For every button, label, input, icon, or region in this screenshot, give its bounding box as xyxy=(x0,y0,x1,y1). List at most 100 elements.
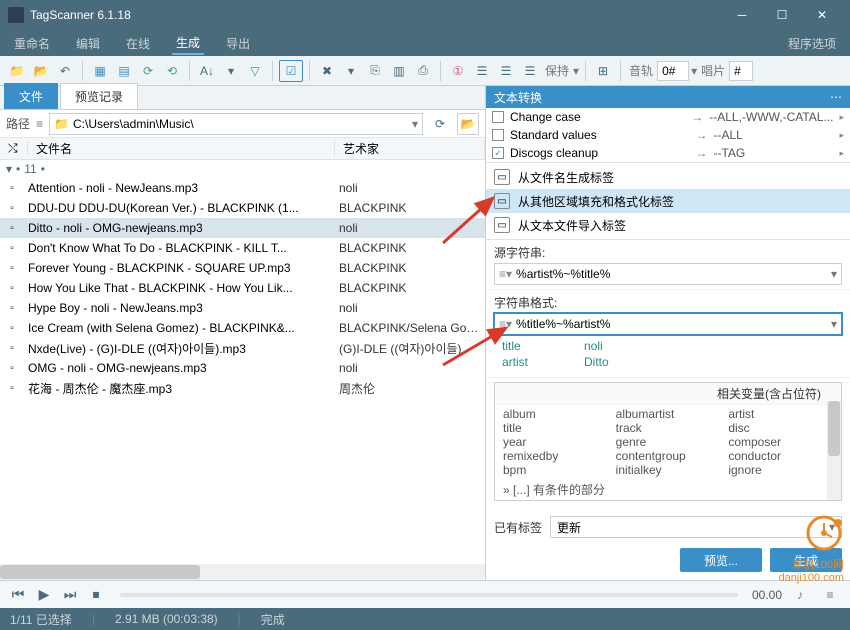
volume-icon[interactable]: ♪ xyxy=(788,588,812,602)
source-option[interactable]: ▭ 从其他区域填充和格式化标签 xyxy=(486,189,850,213)
stop-button[interactable]: ⏹ xyxy=(86,585,106,605)
tab-preview-log[interactable]: 预览记录 xyxy=(60,83,138,109)
file-row[interactable]: ▫ Nxde(Live) - (G)I-DLE ((여자)아이들).mp3 (G… xyxy=(0,338,485,358)
play-button[interactable]: ▶ xyxy=(34,585,54,605)
variable-item[interactable]: albumartist xyxy=(616,407,721,421)
chevron-right-icon[interactable]: ▸ xyxy=(839,130,844,141)
variable-item[interactable]: initialkey xyxy=(616,463,721,477)
variable-item[interactable]: remixedby xyxy=(503,449,608,463)
source-string-combo[interactable]: ≡▾ %artist%~%title% ▾ xyxy=(494,263,842,285)
variable-item[interactable]: disc xyxy=(728,421,833,435)
variable-item[interactable]: album xyxy=(503,407,608,421)
select-icon[interactable]: ☑ xyxy=(279,60,303,82)
audio-file-icon: ▫ xyxy=(0,323,24,334)
undo-icon[interactable]: ↶ xyxy=(54,60,76,82)
action4-icon[interactable]: ▥ xyxy=(388,60,410,82)
maximize-button[interactable]: ☐ xyxy=(762,0,802,30)
column-artist[interactable]: 艺术家 xyxy=(335,140,485,157)
grid2-icon[interactable]: ▤ xyxy=(113,60,135,82)
close-button[interactable]: ✕ xyxy=(802,0,842,30)
file-row[interactable]: ▫ Forever Young - BLACKPINK - SQUARE UP.… xyxy=(0,258,485,278)
filter-icon[interactable]: ▽ xyxy=(244,60,266,82)
variable-item[interactable]: composer xyxy=(728,435,833,449)
minimize-button[interactable]: ─ xyxy=(722,0,762,30)
file-row[interactable]: ▫ Don't Know What To Do - BLACKPINK - KI… xyxy=(0,238,485,258)
open-folder-icon[interactable]: 📁 xyxy=(6,60,28,82)
prev-button[interactable]: ⏮ xyxy=(8,585,28,605)
variable-item[interactable]: year xyxy=(503,435,608,449)
grid-icon[interactable]: ▦ xyxy=(89,60,111,82)
track-input[interactable] xyxy=(657,61,689,81)
file-row[interactable]: ▫ Ice Cream (with Selena Gomez) - BLACKP… xyxy=(0,318,485,338)
generate-button[interactable]: 生成 xyxy=(770,548,842,572)
file-row[interactable]: ▫ Hype Boy - noli - NewJeans.mp3 noli xyxy=(0,298,485,318)
format-preview: titlenoli artistDitto xyxy=(494,335,842,373)
refresh2-icon[interactable]: ⟲ xyxy=(161,60,183,82)
menu-online[interactable]: 在线 xyxy=(122,33,154,54)
number-icon[interactable]: ① xyxy=(447,60,469,82)
path-browse-icon[interactable]: 📂 xyxy=(457,113,479,135)
add-folder-icon[interactable]: 📂 xyxy=(30,60,52,82)
source-option[interactable]: ▭ 从文本文件导入标签 xyxy=(486,213,850,237)
chevron-down-icon: ▾ xyxy=(831,267,837,281)
list2-icon[interactable]: ☰ xyxy=(495,60,517,82)
checkbox[interactable]: ✓ xyxy=(492,147,504,159)
file-row[interactable]: ▫ How You Like That - BLACKPINK - How Yo… xyxy=(0,278,485,298)
variable-item[interactable]: genre xyxy=(616,435,721,449)
source-option[interactable]: ▭ 从文件名生成标签 xyxy=(486,165,850,189)
preview-button[interactable]: 预览... xyxy=(680,548,762,572)
format-string-combo[interactable]: ≡▾ %title%~%artist% ▾ xyxy=(494,313,842,335)
sort-drop-icon[interactable]: ▾ xyxy=(220,60,242,82)
existing-tags-combo[interactable]: 更新 ▾ xyxy=(550,516,842,538)
action2-icon[interactable]: ▾ xyxy=(340,60,362,82)
variable-item[interactable]: conductor xyxy=(728,449,833,463)
next-button[interactable]: ⏭ xyxy=(60,585,80,605)
menu-edit[interactable]: 编辑 xyxy=(72,33,104,54)
file-row[interactable]: ▫ DDU-DU DDU-DU(Korean Ver.) - BLACKPINK… xyxy=(0,198,485,218)
path-refresh-icon[interactable]: ⟳ xyxy=(429,113,451,135)
audio-file-icon: ▫ xyxy=(0,343,24,354)
action5-icon[interactable]: ⎙ xyxy=(412,60,434,82)
transform-row[interactable]: ✓ Discogs cleanup → --TAG ▸ xyxy=(486,144,850,162)
refresh-icon[interactable]: ⟳ xyxy=(137,60,159,82)
disc-input[interactable] xyxy=(729,61,753,81)
tab-files[interactable]: 文件 xyxy=(4,83,58,109)
variable-item[interactable]: bpm xyxy=(503,463,608,477)
chevron-right-icon[interactable]: ▸ xyxy=(839,112,844,123)
action3-icon[interactable]: ⎘ xyxy=(364,60,386,82)
seek-bar[interactable] xyxy=(120,593,738,597)
checkbox[interactable] xyxy=(492,129,504,141)
time-display: 00.00 xyxy=(752,588,782,602)
variable-item[interactable]: artist xyxy=(728,407,833,421)
sort-icon[interactable]: A↓ xyxy=(196,60,218,82)
more-icon[interactable]: ⋯ xyxy=(830,90,842,104)
file-row[interactable]: ▫ Attention - noli - NewJeans.mp3 noli xyxy=(0,178,485,198)
shuffle-icon[interactable]: ⤭ xyxy=(0,141,28,156)
horizontal-scrollbar[interactable] xyxy=(0,564,485,580)
tag-icon[interactable]: ⊞ xyxy=(592,60,614,82)
group-row[interactable]: ▾ • 11 • xyxy=(0,160,485,178)
variable-item[interactable]: contentgroup xyxy=(616,449,721,463)
player-menu-icon[interactable]: ≡ xyxy=(818,588,842,602)
variable-item[interactable]: title xyxy=(503,421,608,435)
menu-export[interactable]: 导出 xyxy=(222,33,254,54)
variable-item[interactable]: ignore xyxy=(728,463,833,477)
column-filename[interactable]: 文件名 xyxy=(28,140,335,157)
menu-rename[interactable]: 重命名 xyxy=(10,33,54,54)
transform-row[interactable]: Change case → --ALL,-WWW,-CATAL... ▸ xyxy=(486,108,850,126)
path-combo[interactable]: 📁 C:\Users\admin\Music\ ▾ xyxy=(49,113,423,135)
variables-scrollbar[interactable] xyxy=(827,401,841,500)
file-row[interactable]: ▫ 花海 - 周杰伦 - 魔杰座.mp3 周杰伦 xyxy=(0,378,485,398)
menu-generate[interactable]: 生成 xyxy=(172,32,204,55)
list3-icon[interactable]: ☰ xyxy=(519,60,541,82)
list1-icon[interactable]: ☰ xyxy=(471,60,493,82)
transform-row[interactable]: Standard values → --ALL ▸ xyxy=(486,126,850,144)
checkbox[interactable] xyxy=(492,111,504,123)
file-row[interactable]: ▫ OMG - noli - OMG-newjeans.mp3 noli xyxy=(0,358,485,378)
file-row[interactable]: ▫ Ditto - noli - OMG-newjeans.mp3 noli xyxy=(0,218,485,238)
arrow-right-icon: → xyxy=(691,110,703,124)
chevron-right-icon[interactable]: ▸ xyxy=(839,148,844,159)
menu-options[interactable]: 程序选项 xyxy=(784,33,840,54)
action1-icon[interactable]: ✖ xyxy=(316,60,338,82)
variable-item[interactable]: track xyxy=(616,421,721,435)
